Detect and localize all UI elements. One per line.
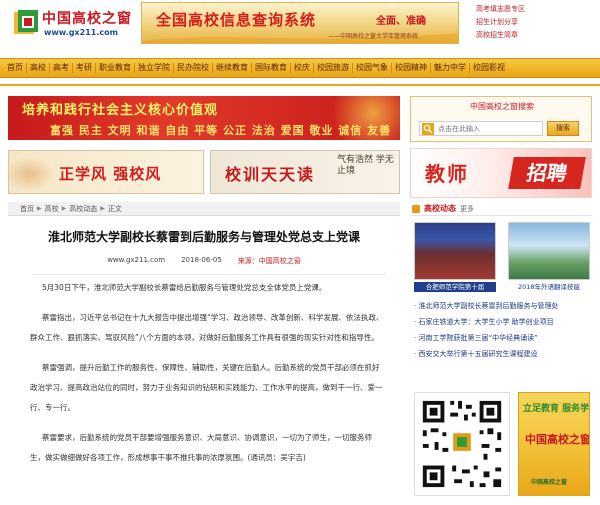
nav-item-independent-colleges[interactable]: 独立学院 [135, 58, 173, 78]
search-icon [422, 123, 434, 135]
recruit-hire-text: 招聘 [508, 157, 586, 189]
nav-item-home[interactable]: 首页 [4, 58, 26, 78]
wechat-promo-banner[interactable]: 立足教育 服务学生 中国高校之窗 中国高校之窗 [518, 392, 590, 496]
banner-title: 全国高校信息查询系统 [156, 11, 317, 29]
article-date: 2018-06-05 [181, 256, 222, 264]
search-input[interactable] [438, 122, 542, 135]
breadcrumb-separator-icon: ▶ [37, 205, 42, 212]
calligraphy-text: 气有浩然 学无止境 [337, 155, 394, 176]
article-paragraph-text: 5月30日下午，淮北师范大学副校长蔡雷给后勤服务与管理处党总支全体党员上党课。 [42, 283, 327, 292]
news-list-item[interactable]: · 西安交大举行第十五届研究生课程建设 [414, 346, 592, 362]
news-list-item[interactable]: · 河南工学院获批第三届“中华经典诵读” [414, 330, 592, 346]
nav-item-campus-travel[interactable]: 校园旅游 [314, 58, 352, 78]
news-thumbnail-conference[interactable] [414, 222, 496, 280]
article-paragraph-text: 蔡雷要求，后勤系统的党员干部要增强服务意识、大局意识、协调意识，一切为了师生，一… [30, 433, 372, 462]
meta-divider [32, 274, 386, 275]
news-list-item[interactable]: · 淮北师范大学副校长蔡雷到后勤服务与管理处 [414, 298, 592, 314]
recruit-teacher-text: 教师 [425, 162, 469, 186]
breadcrumb-current: 正文 [107, 204, 122, 213]
banner-subtitle: ——中国高校之窗大学库管理系统 [328, 33, 419, 40]
nav-item-continuing-education[interactable]: 继续教育 [213, 58, 251, 78]
article-paragraph: 蔡雷指出，习近平总书记在十九大报告中提出增强“学习、政治领导、改革创新、科学发展… [30, 308, 386, 348]
banner-decoration [9, 157, 55, 191]
news-list: · 淮北师范大学副校长蔡雷到后勤服务与管理处 · 石家庄铁道大学：大学生小学 助… [414, 298, 592, 362]
qr-ad-top-text: 立足教育 服务学生 [523, 404, 590, 414]
banner-slogan: 全面、准确 [376, 16, 426, 27]
main-nav: 首页 高校 高考 考研 职业教育 独立学院 民办院校 继续教育 国际教育 校庆 … [0, 58, 600, 78]
nav-item-universities[interactable]: 高校 [27, 58, 49, 78]
article-body: 5月30日下午，淮北师范大学副校长蔡雷给后勤服务与管理处党总支全体党员上党课。 … [30, 278, 386, 478]
study-style-slogan: 正学风 强校风 [59, 165, 162, 183]
core-values-title: 培养和践行社会主义核心价值观 [22, 103, 219, 118]
article-paragraph: 蔡雷要求，后勤系统的党员干部要增强服务意识、大局意识、协调意识，一切为了师生，一… [30, 428, 386, 468]
teacher-recruitment-banner[interactable]: 教师 招聘 [410, 148, 592, 198]
nav-item-anniversary[interactable]: 校庆 [291, 58, 313, 78]
site-logo[interactable]: 中国高校之窗 www.gx211.com [12, 6, 132, 40]
article-meta: www.gx211.com 2018-06-05 来源：中国高校之窗 [8, 256, 400, 268]
news-section-title[interactable]: 高校动态 [424, 203, 456, 214]
qr-code-icon [414, 392, 510, 496]
study-style-banner[interactable]: 正学风 强校风 [8, 150, 204, 194]
news-thumbnail-campus[interactable] [508, 222, 590, 280]
article-paragraph-text: 蔡雷指出，习近平总书记在十九大报告中提出增强“学习、政治领导、改革创新、科学发展… [30, 313, 384, 342]
header-link[interactable]: 高考填志愿专区 [476, 3, 594, 16]
school-motto-banner[interactable]: 校训天天读 气有浩然 学无止境 [210, 150, 400, 194]
nav-item-private-colleges[interactable]: 民办院校 [174, 58, 212, 78]
nav-item-vocational[interactable]: 职业教育 [96, 58, 134, 78]
article-paragraph-text: 蔡雷强调，提升后勤工作的服务性、保障性、辅助性，关键在后勤人。后勤系统的党员干部… [30, 363, 383, 412]
news-thumbnails: 合肥师范学院第十届 2018年外语翻译技能 [414, 222, 592, 292]
breadcrumb-separator-icon: ▶ [100, 205, 105, 212]
breadcrumb-separator-icon: ▶ [61, 205, 67, 212]
main-column: 培养和践行社会主义核心价值观 富强 民主 文明 和谐 自由 平等 公正 法治 爱… [6, 92, 404, 505]
nav-item-campus-weather[interactable]: 校园气象 [353, 58, 391, 78]
query-system-banner[interactable]: 全国高校信息查询系统 全面、准确 ——中国高校之窗大学库管理系统 [141, 2, 459, 44]
article-paragraph: 5月30日下午，淮北师范大学副校长蔡雷给后勤服务与管理处党总支全体党员上党课。 [30, 278, 386, 298]
article-site-url: www.gx211.com [107, 256, 166, 264]
search-panel: 中国高校之窗搜索 搜索 [410, 96, 592, 142]
news-list-item[interactable]: · 石家庄铁道大学：大学生小学 助学创业项目 [414, 314, 592, 330]
search-title: 中国高校之窗搜索 [470, 102, 534, 111]
header-link[interactable]: 高校招生简章 [476, 29, 594, 42]
nav-item-gaokao[interactable]: 高考 [50, 58, 72, 78]
logo-mark-icon [14, 10, 38, 34]
thumbnail-caption[interactable]: 合肥师范学院第十届 [414, 282, 496, 292]
wechat-qr-block: 立足教育 服务学生 中国高校之窗 中国高校之窗 [414, 392, 590, 504]
school-motto-slogan: 校训天天读 [225, 165, 316, 184]
nav-item-international-education[interactable]: 国际教育 [252, 58, 290, 78]
article-paragraph: 蔡雷强调，提升后勤工作的服务性、保障性、辅助性，关键在后勤人。后勤系统的党员干部… [30, 358, 386, 418]
breadcrumb-universities[interactable]: 高校 [45, 204, 59, 214]
section-bullet-icon [412, 204, 420, 213]
logo-title: 中国高校之窗 [42, 11, 132, 27]
article-source: 来源：中国高校之窗 [237, 257, 301, 265]
nav-item-middle-schools[interactable]: 魅力中学 [431, 58, 469, 78]
article-title: 淮北师范大学副校长蔡雷到后勤服务与管理处党总支上党课 [47, 230, 360, 244]
nav-item-kaoyan[interactable]: 考研 [73, 58, 95, 78]
site-header: 中国高校之窗 www.gx211.com 全国高校信息查询系统 全面、准确 ——… [0, 0, 600, 52]
nav-item-campus-video[interactable]: 校园影视 [470, 58, 508, 78]
thumbnail-caption[interactable]: 2018年外语翻译技能 [508, 282, 590, 292]
search-button[interactable]: 搜索 [547, 121, 579, 136]
breadcrumb-news[interactable]: 高校动态 [69, 204, 97, 214]
qr-ad-bottom-text: 中国高校之窗 [531, 479, 568, 486]
news-section-header: 高校动态 更多 [410, 202, 592, 216]
core-values-line: 富强 民主 文明 和谐 自由 平等 公正 法治 爱国 敬业 诚信 友善 [50, 124, 392, 137]
sidebar: 中国高校之窗搜索 搜索 教师 招聘 高校动态 更多 合肥师范学院第十届 2018… [408, 92, 594, 505]
qr-ad-mid-text: 中国高校之窗 [525, 433, 590, 446]
header-quick-links: 高考填志愿专区 招生计划分享 高校招生简章 [476, 3, 594, 42]
logo-url: www.gx211.com [44, 28, 118, 37]
breadcrumb-home[interactable]: 首页 [20, 204, 34, 214]
breadcrumb: 首页 ▶ 高校 ▶ 高校动态 ▶ 正文 [8, 202, 400, 216]
header-link[interactable]: 招生计划分享 [476, 16, 594, 29]
nav-accent-line [0, 84, 600, 86]
nav-item-campus-spirit[interactable]: 校园精神 [392, 58, 430, 78]
search-field[interactable] [419, 121, 543, 136]
core-values-banner[interactable]: 培养和践行社会主义核心价值观 富强 民主 文明 和谐 自由 平等 公正 法治 爱… [8, 96, 400, 140]
news-more-link[interactable]: 更多 [460, 204, 474, 214]
